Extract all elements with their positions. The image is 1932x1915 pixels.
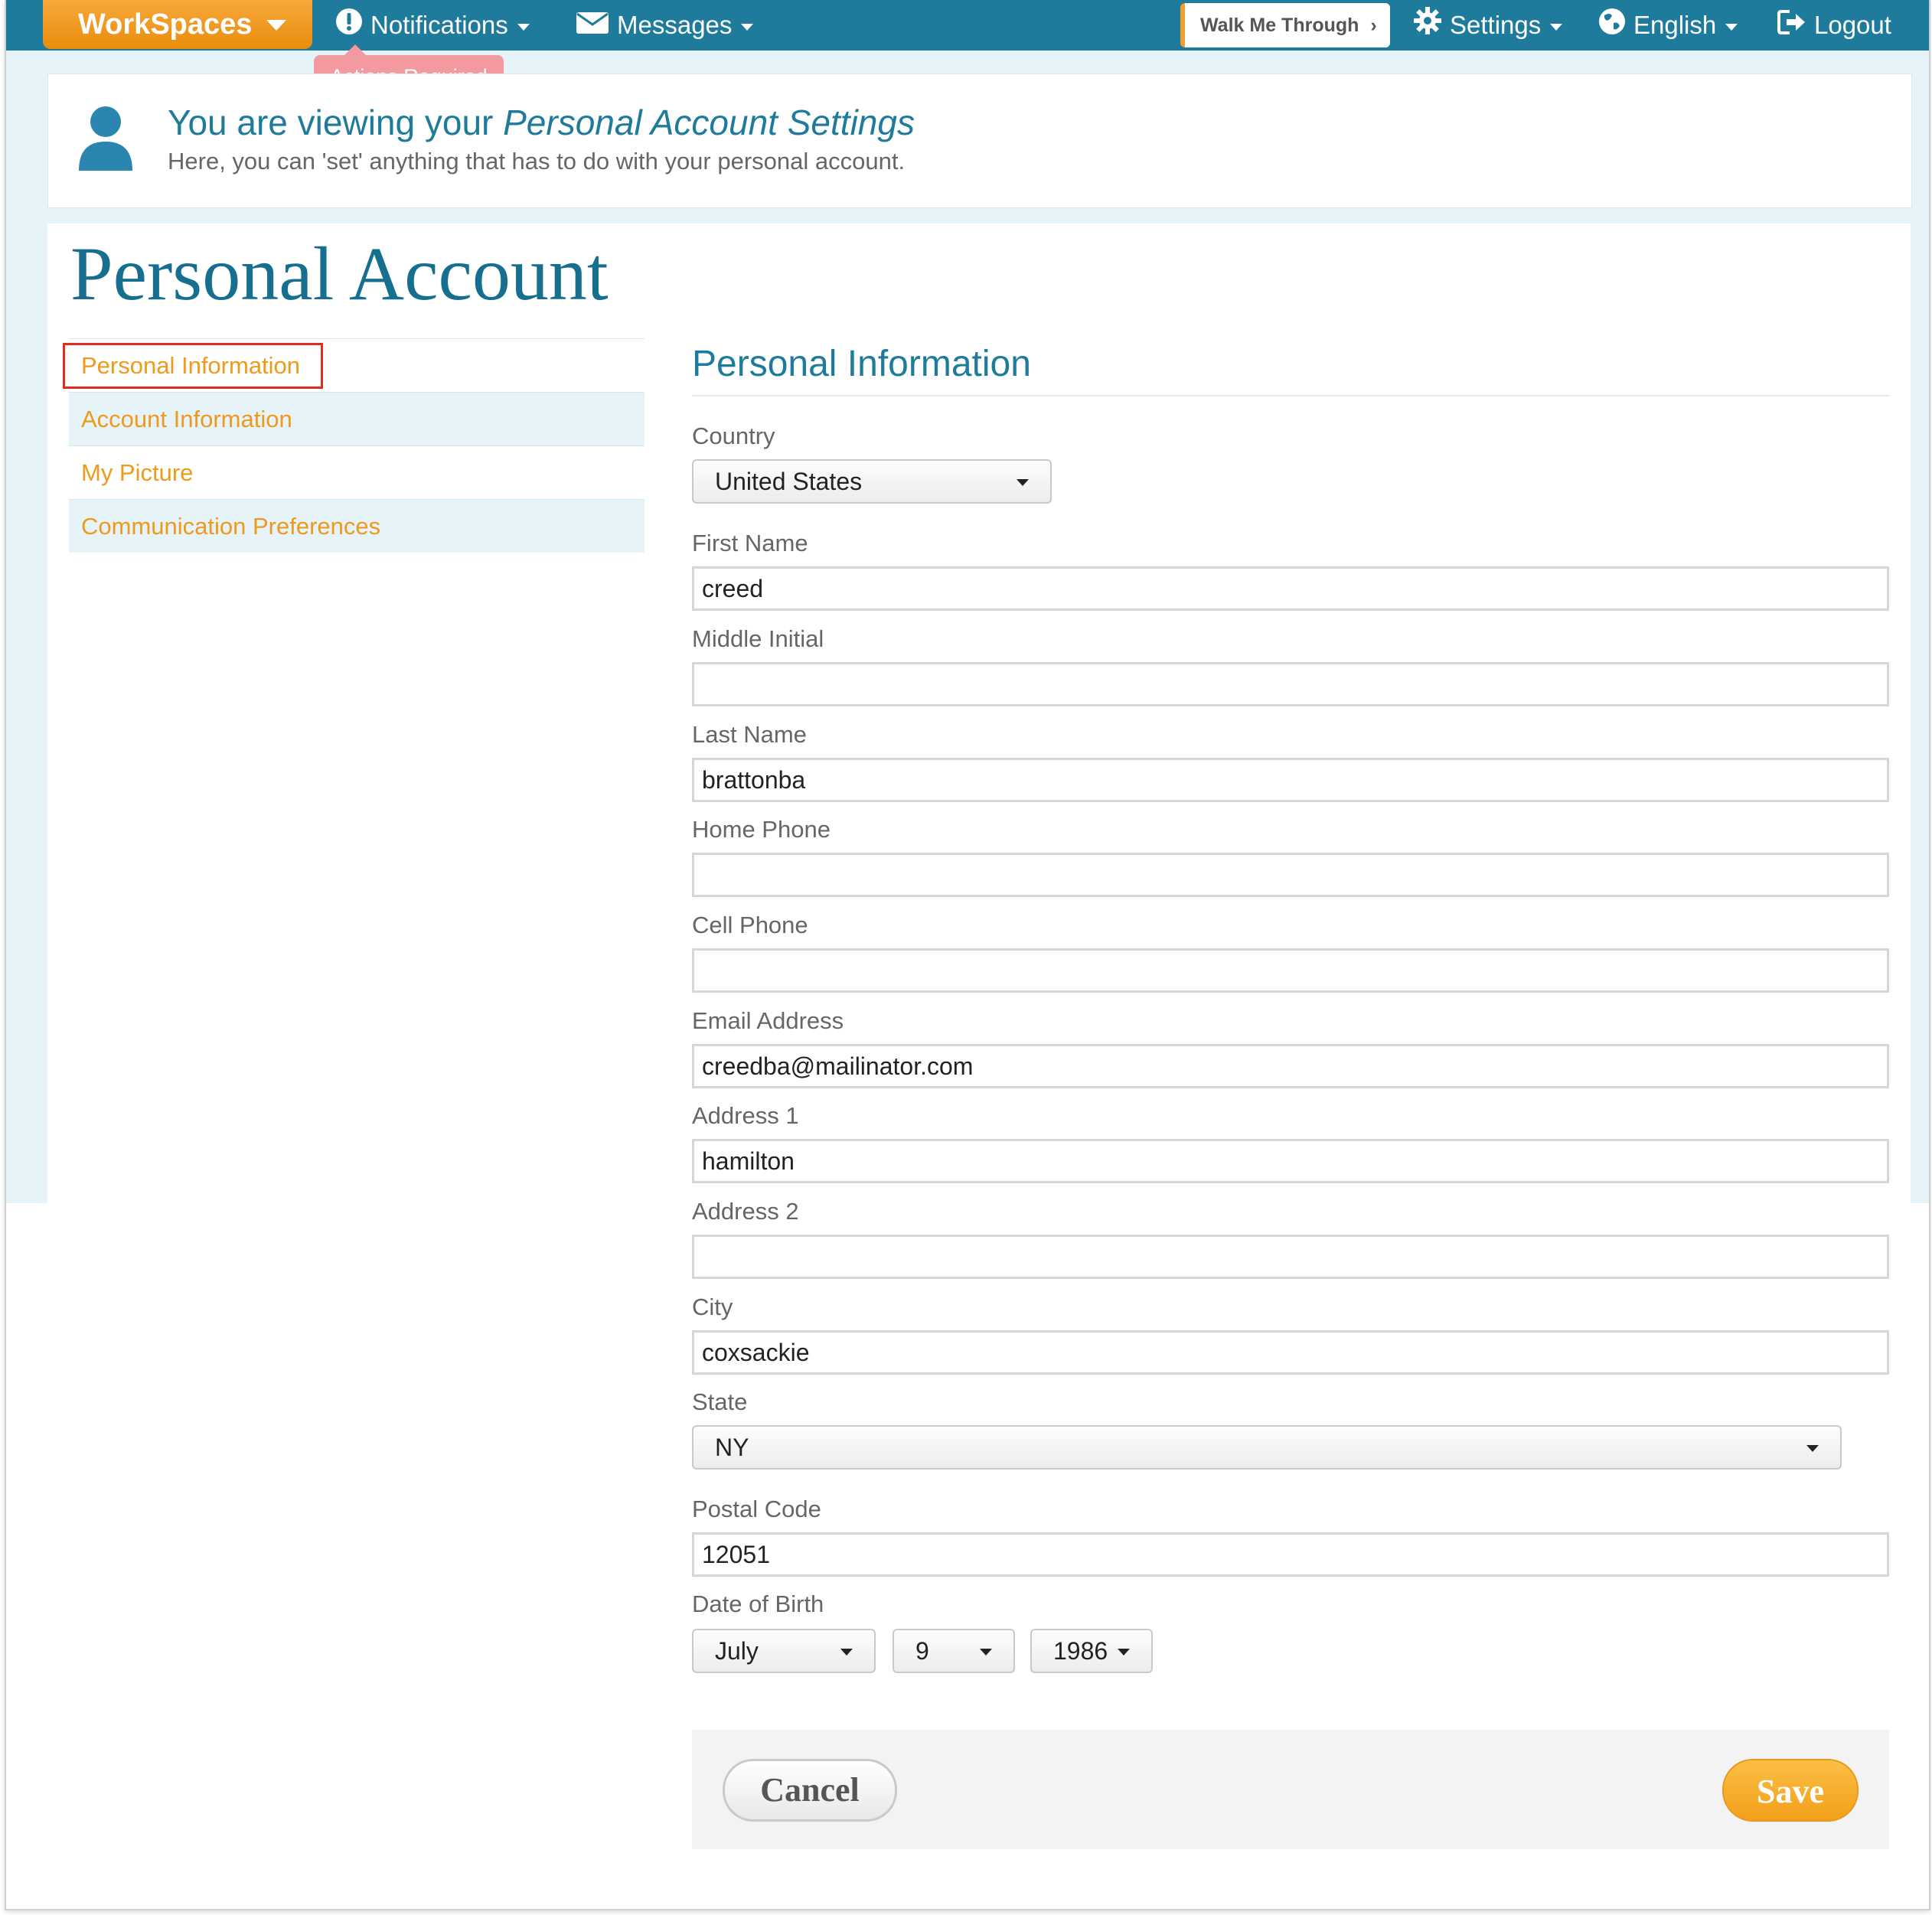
dob-year-value: 1986 [1053, 1637, 1108, 1665]
home-phone-field[interactable] [692, 853, 1889, 897]
caret-down-icon [1118, 1649, 1130, 1656]
gear-icon [1413, 2, 1442, 52]
email-field[interactable]: creedba@mailinator.com [692, 1044, 1889, 1088]
country-value: United States [715, 468, 863, 495]
middle-initial-label: Middle Initial [692, 625, 824, 652]
workspaces-label: WorkSpaces [78, 8, 253, 41]
city-label: City [692, 1294, 733, 1320]
messages-menu[interactable]: Messages [576, 0, 754, 52]
envelope-icon [576, 2, 609, 52]
globe-icon [1598, 2, 1626, 52]
country-label: Country [692, 422, 775, 449]
logout-label: Logout [1814, 11, 1891, 39]
workspaces-button[interactable]: WorkSpaces [43, 0, 312, 49]
cell-phone-field[interactable] [692, 948, 1889, 993]
cancel-button[interactable]: Cancel [723, 1759, 897, 1822]
city-field[interactable]: coxsackie [692, 1330, 1889, 1375]
language-label: English [1633, 11, 1717, 39]
sidebar-item-label: Account Information [81, 406, 292, 432]
first-name-label: First Name [692, 530, 808, 556]
user-icon [76, 105, 135, 175]
address1-field[interactable]: hamilton [692, 1139, 1889, 1183]
section-divider [692, 395, 1889, 396]
dob-day-select[interactable]: 9 [893, 1629, 1015, 1673]
dob-year-select[interactable]: 1986 [1030, 1629, 1153, 1673]
address2-label: Address 2 [692, 1198, 799, 1225]
language-menu[interactable]: English [1598, 0, 1738, 51]
messages-label: Messages [617, 11, 733, 39]
dob-month-select[interactable]: July [692, 1629, 876, 1673]
caret-down-icon [840, 1649, 853, 1656]
state-value: NY [715, 1434, 749, 1461]
logout-icon [1777, 2, 1806, 52]
caret-down-icon [1725, 23, 1738, 31]
sidebar-item-my-picture[interactable]: My Picture [69, 445, 645, 499]
caret-down-icon [1017, 479, 1029, 486]
caret-down-icon [980, 1649, 992, 1656]
sidebar-item-account-information[interactable]: Account Information [69, 392, 645, 445]
state-select[interactable]: NY [692, 1425, 1842, 1470]
caret-down-icon [1550, 23, 1563, 31]
first-name-field[interactable]: creed [692, 566, 1889, 611]
active-item-highlight [63, 343, 323, 389]
header-title: You are viewing your Personal Account Se… [168, 102, 915, 143]
last-name-field[interactable]: brattonba [692, 758, 1889, 802]
dob-day-value: 9 [915, 1637, 929, 1665]
chevron-down-icon [266, 20, 286, 31]
page-title: Personal Account [70, 231, 609, 316]
header-title-emphasis: Personal Account Settings [503, 103, 915, 142]
sidebar-item-communication-preferences[interactable]: Communication Preferences [69, 499, 645, 553]
section-title: Personal Information [692, 344, 1031, 384]
settings-label: Settings [1450, 11, 1542, 39]
sidebar-item-label: My Picture [81, 459, 194, 486]
notifications-label: Notifications [370, 11, 508, 39]
caret-down-icon [517, 23, 530, 31]
header-panel: You are viewing your Personal Account Se… [47, 73, 1912, 208]
caret-down-icon [741, 23, 754, 31]
postal-code-label: Postal Code [692, 1496, 821, 1522]
sidebar-item-label: Communication Preferences [81, 513, 381, 540]
country-select[interactable]: United States [692, 459, 1052, 504]
settings-menu[interactable]: Settings [1413, 0, 1563, 52]
dob-month-value: July [715, 1637, 759, 1665]
caret-down-icon [1806, 1445, 1819, 1452]
last-name-label: Last Name [692, 721, 807, 748]
header-title-prefix: You are viewing your [168, 103, 504, 142]
dob-label: Date of Birth [692, 1590, 824, 1617]
home-phone-label: Home Phone [692, 816, 831, 843]
address2-field[interactable] [692, 1235, 1889, 1279]
cell-phone-label: Cell Phone [692, 912, 808, 938]
chevron-right-icon: › [1370, 15, 1377, 36]
address1-label: Address 1 [692, 1102, 799, 1129]
header-subtitle: Here, you can 'set' anything that has to… [168, 148, 906, 175]
email-label: Email Address [692, 1007, 844, 1034]
notifications-menu[interactable]: Notifications [335, 0, 530, 51]
save-button[interactable]: Save [1722, 1759, 1859, 1822]
state-label: State [692, 1388, 748, 1415]
walk-me-through-button[interactable]: Walk Me Through › [1180, 3, 1390, 47]
postal-code-field[interactable]: 12051 [692, 1532, 1889, 1577]
walk-me-label: Walk Me Through [1200, 15, 1359, 36]
middle-initial-field[interactable] [692, 662, 1889, 706]
logout-link[interactable]: Logout [1777, 0, 1891, 51]
